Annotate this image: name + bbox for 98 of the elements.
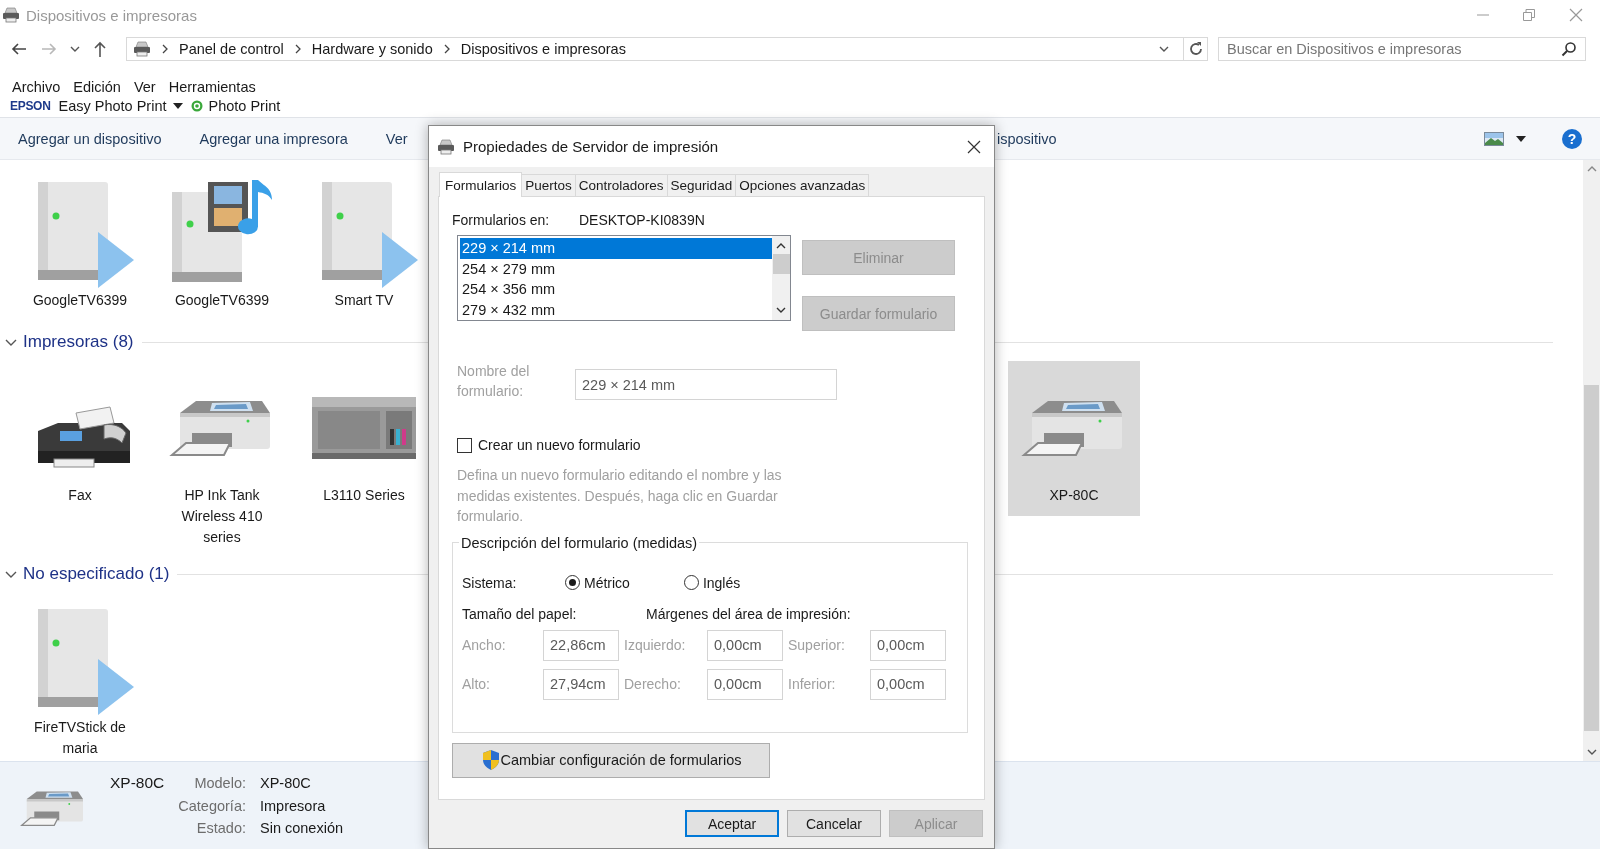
device-name: XP-80C: [1049, 486, 1099, 505]
field-label: Izquierdo:: [623, 637, 687, 653]
caret-icon[interactable]: [172, 102, 183, 110]
printer-icon: [437, 138, 455, 155]
field-label: Superior:: [787, 637, 846, 653]
field-label: Nombre del formulario:: [457, 362, 531, 401]
app-icon[interactable]: [190, 100, 203, 112]
field-value: XP-80C: [259, 774, 312, 793]
search-field[interactable]: Buscar en Dispositivos e impresoras: [1218, 37, 1586, 61]
checkbox[interactable]: [457, 437, 472, 453]
device-item[interactable]: GoogleTV6399: [14, 174, 146, 321]
printer-icon: [133, 41, 151, 57]
device-name: GoogleTV6399: [174, 291, 270, 310]
dialog-title: Propiedades de Servidor de impresión: [463, 138, 719, 155]
tab[interactable]: Formularios: [439, 172, 523, 197]
field-value: Impresora: [259, 796, 327, 816]
caret-icon[interactable]: [1516, 134, 1526, 143]
field-label: Estado:: [195, 819, 246, 838]
radio-label: Inglés: [702, 574, 741, 591]
refresh-icon[interactable]: [1187, 41, 1204, 57]
tab[interactable]: Opciones avanzadas: [735, 174, 870, 196]
chevron-icon: [293, 44, 302, 54]
chevron-icon: [442, 44, 451, 54]
chevron-icon: [161, 44, 169, 54]
field-label: Alto:: [462, 676, 491, 692]
dialog-button[interactable]: Aceptar: [685, 810, 779, 837]
checkbox-label: Crear un nuevo formulario: [478, 437, 641, 453]
scrollbar-thumb[interactable]: [772, 254, 790, 274]
device-name: GoogleTV6399: [32, 291, 128, 310]
scrollbar[interactable]: [772, 236, 790, 320]
device-name: Fax: [68, 486, 92, 505]
device-item[interactable]: GoogleTV6399: [156, 174, 288, 321]
list-option[interactable]: 254 × 279 mm: [460, 258, 772, 279]
field-label: Ancho:: [462, 637, 507, 653]
device-item[interactable]: XP-80C: [1008, 361, 1140, 516]
change-settings-button[interactable]: Cambiar configuración de formularios: [452, 742, 770, 778]
field-label: Modelo:: [193, 774, 246, 793]
command-button[interactable]: Ver: [385, 130, 408, 147]
tab[interactable]: Seguridad: [666, 174, 737, 196]
field-label: Sistema:: [462, 574, 518, 591]
field-value: DESKTOP-KI0839N: [579, 212, 705, 228]
group-box-title: Descripción del formulario (medidas): [460, 534, 699, 551]
field-value: Sin conexión: [259, 819, 344, 838]
menu-item[interactable]: Edición: [73, 79, 121, 95]
field-label: Categoría:: [177, 796, 246, 816]
list-option[interactable]: 254 × 356 mm: [460, 279, 772, 300]
device-name: HP Ink Tank Wireless 410 series: [180, 486, 264, 547]
shield-icon: [480, 749, 501, 771]
list-option[interactable]: 229 × 214 mm: [460, 238, 772, 259]
scrollbar[interactable]: [1583, 160, 1600, 761]
toolbar-item[interactable]: Photo Print: [208, 98, 281, 114]
restore-icon[interactable]: [1523, 9, 1535, 21]
breadcrumb[interactable]: Hardware y sonido: [311, 41, 433, 57]
device-name: Smart TV: [334, 291, 394, 310]
device-item[interactable]: HP Ink Tank Wireless 410 series: [156, 361, 288, 558]
help-icon[interactable]: ?: [1562, 128, 1582, 149]
address-bar[interactable]: Panel de control Hardware y sonido Dispositivos e impresoras: [126, 37, 1184, 61]
scroll-down-icon[interactable]: [776, 306, 786, 314]
search-icon[interactable]: [1561, 41, 1577, 57]
command-button[interactable]: Agregar una impresora: [199, 130, 348, 147]
menu-item[interactable]: Ver: [133, 79, 156, 95]
field-label: Derecho:: [623, 676, 682, 692]
device-item[interactable]: Fax: [14, 361, 146, 516]
window-title: Dispositivos e impresoras: [26, 6, 197, 24]
group-header[interactable]: Impresoras (8): [5, 332, 142, 352]
radio-label: Métrico: [584, 574, 630, 591]
device-name: L3110 Series: [323, 486, 405, 505]
scrollbar-thumb[interactable]: [1584, 385, 1599, 731]
forms-list[interactable]: 229 × 214 mm 254 × 279 mm 254 × 356 mm 279 × 432 mm: [457, 235, 791, 321]
device-name: FireTVStick de maria: [33, 718, 127, 758]
recent-locations-icon[interactable]: [70, 45, 80, 53]
command-button[interactable]: Agregar un dispositivo: [18, 130, 162, 147]
menu-item[interactable]: Herramientas: [168, 79, 256, 95]
list-option[interactable]: 279 × 432 mm: [460, 299, 772, 320]
section-label: Tamaño del papel:: [462, 605, 578, 624]
section-label: Márgenes del área de impresión:: [646, 605, 851, 624]
device-item[interactable]: L3110 Series: [298, 361, 430, 516]
scroll-down-icon[interactable]: [1586, 748, 1597, 756]
menu-item[interactable]: Archivo: [12, 79, 61, 95]
device-item[interactable]: Smart TV: [298, 174, 430, 321]
view-options-icon[interactable]: [1484, 131, 1504, 146]
scroll-up-icon[interactable]: [776, 242, 786, 250]
breadcrumb[interactable]: Dispositivos e impresoras: [460, 41, 626, 57]
field-label: Formularios en:: [452, 212, 551, 228]
field-label: Inferior:: [787, 676, 837, 692]
toolbar-item[interactable]: Easy Photo Print: [58, 98, 167, 114]
dropdown-icon[interactable]: [1159, 45, 1169, 53]
brand-logo: EPSON: [10, 99, 51, 113]
back-arrow-icon[interactable]: [10, 41, 28, 57]
breadcrumb[interactable]: Panel de control: [179, 41, 284, 57]
command-button[interactable]: ispositivo: [997, 130, 1484, 147]
help-text: Defina un nuevo formulario editando el nombre y las medidas existentes. Después, haga clic en Guardar formulario.: [456, 466, 783, 526]
up-arrow-icon[interactable]: [92, 40, 108, 58]
printer-icon: [2, 7, 20, 23]
device-title: XP-80C: [110, 773, 165, 793]
close-icon[interactable]: [967, 139, 981, 154]
group-header[interactable]: No especificado (1): [5, 564, 178, 584]
dialog-button[interactable]: Cancelar: [787, 810, 881, 837]
